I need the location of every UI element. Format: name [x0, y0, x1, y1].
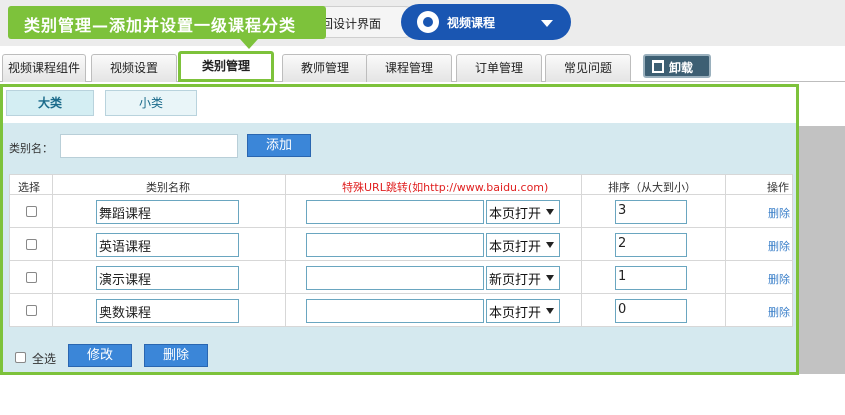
sort-order-field[interactable]: 0	[615, 299, 687, 323]
header-select: 选择	[18, 181, 40, 194]
delete-row-link[interactable]: 删除	[768, 304, 790, 320]
gear-icon	[417, 11, 439, 33]
caret-down-icon	[546, 275, 554, 281]
tab-bar: 视频课程组件 视频设置 类别管理 教师管理 课程管理 订单管理 常见问题 卸载	[0, 50, 845, 82]
chevron-down-icon	[541, 20, 553, 27]
open-mode-value: 新页打开	[489, 273, 542, 288]
trash-icon	[652, 60, 664, 73]
category-table: 选择 类别名称 特殊URL跳转(如http://www.baidu.com) 排…	[9, 174, 793, 327]
column-divider	[725, 175, 726, 326]
select-all-checkbox[interactable]	[15, 352, 26, 363]
category-panel: 大类 小类 类别名： 添加 选择 类别名称 特殊URL跳转(如http://ww…	[0, 84, 799, 375]
open-mode-select[interactable]: 本页打开	[486, 299, 560, 323]
tab-video-course-component[interactable]: 视频课程组件	[2, 54, 86, 82]
category-name-input[interactable]	[60, 134, 238, 158]
select-all-label: 全选	[32, 352, 57, 366]
caret-down-icon	[546, 209, 554, 215]
subtab-major-category[interactable]: 大类	[6, 90, 94, 116]
column-divider	[285, 175, 286, 326]
sort-order-field[interactable]: 1	[615, 266, 687, 290]
open-mode-value: 本页打开	[489, 306, 542, 321]
special-url-field[interactable]	[306, 266, 484, 290]
column-divider	[52, 175, 53, 326]
delete-row-link[interactable]: 删除	[768, 205, 790, 221]
course-type-label: 视频课程	[447, 16, 496, 30]
delete-button[interactable]: 删除	[144, 344, 208, 367]
header-category-name: 类别名称	[146, 181, 190, 194]
subtab-minor-category[interactable]: 小类	[105, 90, 197, 116]
row-checkbox[interactable]	[26, 239, 37, 250]
tab-category-management[interactable]: 类别管理	[178, 51, 274, 82]
column-divider	[581, 175, 582, 326]
sort-order-field[interactable]: 2	[615, 233, 687, 257]
special-url-field[interactable]	[306, 233, 484, 257]
special-url-field[interactable]	[306, 200, 484, 224]
open-mode-value: 本页打开	[489, 207, 542, 222]
caret-down-icon	[546, 308, 554, 314]
open-mode-select[interactable]: 本页打开	[486, 233, 560, 257]
category-name-field[interactable]: 奥数课程	[96, 299, 239, 323]
tab-faq[interactable]: 常见问题	[545, 54, 631, 82]
header-sort: 排序（从大到小）	[608, 181, 696, 194]
open-mode-select[interactable]: 新页打开	[486, 266, 560, 290]
row-checkbox[interactable]	[26, 206, 37, 217]
tab-video-settings[interactable]: 视频设置	[91, 54, 177, 82]
delete-row-link[interactable]: 删除	[768, 238, 790, 254]
special-url-field[interactable]	[306, 299, 484, 323]
add-category-button[interactable]: 添加	[247, 134, 311, 157]
category-subtabs: 大类 小类	[3, 87, 796, 123]
row-checkbox[interactable]	[26, 305, 37, 316]
category-name-field[interactable]: 演示课程	[96, 266, 239, 290]
category-name-field[interactable]: 舞蹈课程	[96, 200, 239, 224]
edit-button[interactable]: 修改	[68, 344, 132, 367]
callout-text: 类别管理—添加并设置一级课程分类	[24, 16, 297, 35]
open-mode-value: 本页打开	[489, 240, 542, 255]
header-action: 操作	[767, 181, 789, 194]
course-type-dropdown[interactable]: 视频课程	[401, 4, 571, 40]
callout-pointer	[240, 39, 258, 49]
open-mode-select[interactable]: 本页打开	[486, 200, 560, 224]
tab-teacher-management[interactable]: 教师管理	[282, 54, 368, 82]
annotation-callout: 类别管理—添加并设置一级课程分类	[8, 6, 326, 39]
tab-course-management[interactable]: 课程管理	[366, 54, 452, 82]
sort-order-field[interactable]: 3	[615, 200, 687, 224]
tab-order-management[interactable]: 订单管理	[456, 54, 542, 82]
row-checkbox[interactable]	[26, 272, 37, 283]
uninstall-label: 卸载	[669, 61, 694, 75]
caret-down-icon	[546, 242, 554, 248]
header-special-url: 特殊URL跳转(如http://www.baidu.com)	[342, 181, 549, 194]
category-name-label: 类别名：	[9, 142, 53, 155]
category-name-field[interactable]: 英语课程	[96, 233, 239, 257]
delete-row-link[interactable]: 删除	[768, 271, 790, 287]
uninstall-button[interactable]: 卸载	[643, 54, 711, 78]
